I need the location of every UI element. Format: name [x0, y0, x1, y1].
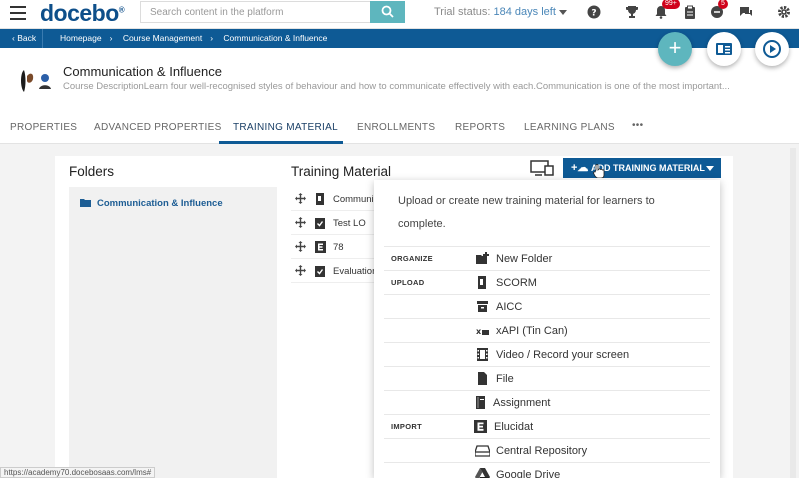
list-item[interactable]: 78	[291, 235, 381, 259]
tab-learning-plans[interactable]: LEARNING PLANS	[524, 122, 615, 133]
course-card-button[interactable]	[707, 32, 741, 66]
logo[interactable]: docebo®	[40, 0, 125, 27]
add-material-menu: Upload or create new training material f…	[374, 180, 720, 478]
messages-badge: 5	[718, 0, 728, 9]
help-icon[interactable]: ?	[587, 5, 601, 19]
tab-training-material[interactable]: TRAINING MATERIAL	[233, 122, 338, 133]
breadcrumb-homepage[interactable]: Homepage	[60, 33, 102, 43]
add-fab-button[interactable]: +	[658, 32, 692, 66]
course-thumbnail	[21, 70, 51, 92]
tab-enrollments[interactable]: ENROLLMENTS	[357, 122, 435, 133]
devices-icon[interactable]	[530, 160, 554, 176]
top-bar: docebo® Search content in the platform T…	[0, 0, 799, 29]
folder-icon	[80, 199, 91, 207]
scorm-icon	[316, 193, 324, 205]
assignment-icon	[476, 396, 485, 409]
folder-item[interactable]: Communication & Influence	[80, 198, 223, 209]
menu-item-file[interactable]: File	[384, 366, 710, 390]
search-input[interactable]: Search content in the platform	[140, 1, 370, 23]
search-button[interactable]	[370, 1, 405, 23]
menu-item-new-folder[interactable]: ORGANIZE New Folder	[384, 246, 710, 270]
trophy-icon[interactable]	[625, 5, 639, 19]
move-icon[interactable]	[295, 193, 306, 204]
svg-text:?: ?	[591, 9, 596, 19]
menu-item-xapi[interactable]: x xAPI (Tin Can)	[384, 318, 710, 342]
status-bar-url: https://academy70.docebosaas.com/lms#	[0, 467, 156, 478]
menu-item-elucidat[interactable]: IMPORT Elucidat	[384, 414, 710, 438]
course-title: Communication & Influence	[63, 64, 222, 79]
list-item[interactable]: Test LO	[291, 211, 381, 235]
play-button[interactable]	[755, 32, 789, 66]
search-icon	[381, 5, 394, 18]
notifications-badge: 99+	[662, 0, 680, 9]
menu-item-scorm[interactable]: UPLOAD SCORM	[384, 270, 710, 294]
page-scrollbar[interactable]	[790, 148, 796, 478]
svg-text:x: x	[476, 327, 482, 336]
folders-heading: Folders	[69, 164, 115, 179]
test-icon	[315, 218, 325, 229]
breadcrumb-course-management[interactable]: Course Management	[123, 33, 202, 43]
tab-reports[interactable]: REPORTS	[455, 122, 505, 133]
move-icon[interactable]	[295, 241, 306, 252]
chevron-down-icon	[706, 166, 714, 171]
xapi-icon: x	[476, 327, 489, 336]
id-card-icon	[716, 43, 732, 55]
elucidat-icon	[474, 420, 487, 433]
test-icon	[315, 266, 325, 277]
gear-icon[interactable]	[777, 5, 791, 19]
move-icon[interactable]	[295, 217, 306, 228]
chat-icon[interactable]	[739, 5, 753, 19]
video-icon	[477, 348, 488, 361]
elucidat-icon	[315, 241, 326, 253]
new-folder-icon	[476, 252, 489, 264]
tab-properties[interactable]: PROPERTIES	[10, 122, 77, 133]
back-button[interactable]: ‹ Back	[6, 29, 44, 48]
menu-icon[interactable]	[10, 6, 26, 20]
course-description: Course DescriptionLearn four well-recogn…	[63, 81, 730, 92]
course-tabs: PROPERTIES ADVANCED PROPERTIES TRAINING …	[0, 110, 799, 144]
menu-item-central-repository[interactable]: Central Repository	[384, 438, 710, 462]
menu-item-google-drive[interactable]: Google Drive	[384, 462, 710, 478]
google-drive-icon	[475, 468, 490, 478]
menu-item-video[interactable]: Video / Record your screen	[384, 342, 710, 366]
folders-column	[69, 187, 277, 478]
add-training-material-button[interactable]: +☁ ADD TRAINING MATERIAL	[563, 158, 721, 178]
messages-icon[interactable]: 5	[710, 0, 728, 19]
menu-intro-text: Upload or create new training material f…	[398, 195, 655, 230]
notifications-icon[interactable]: 99+	[654, 0, 680, 19]
play-icon	[763, 40, 781, 58]
clipboard-icon[interactable]	[683, 5, 697, 19]
upload-cloud-icon: +☁	[571, 162, 589, 174]
scorm-icon	[478, 276, 486, 289]
breadcrumb-current: Communication & Influence	[223, 33, 328, 43]
hand-cursor-icon	[593, 164, 605, 178]
training-material-heading: Training Material	[291, 164, 392, 179]
move-icon[interactable]	[295, 265, 306, 276]
list-item[interactable]: Communi	[291, 187, 381, 211]
menu-item-assignment[interactable]: Assignment	[384, 390, 710, 414]
tab-more[interactable]: •••	[632, 120, 643, 131]
menu-item-aicc[interactable]: AICC	[384, 294, 710, 318]
list-item[interactable]: Evaluation	[291, 259, 381, 283]
file-icon	[478, 372, 487, 385]
tab-advanced-properties[interactable]: ADVANCED PROPERTIES	[94, 122, 222, 133]
trial-status[interactable]: Trial status: 184 days left	[434, 6, 567, 18]
aicc-icon	[477, 301, 488, 312]
central-repository-icon	[475, 445, 490, 457]
